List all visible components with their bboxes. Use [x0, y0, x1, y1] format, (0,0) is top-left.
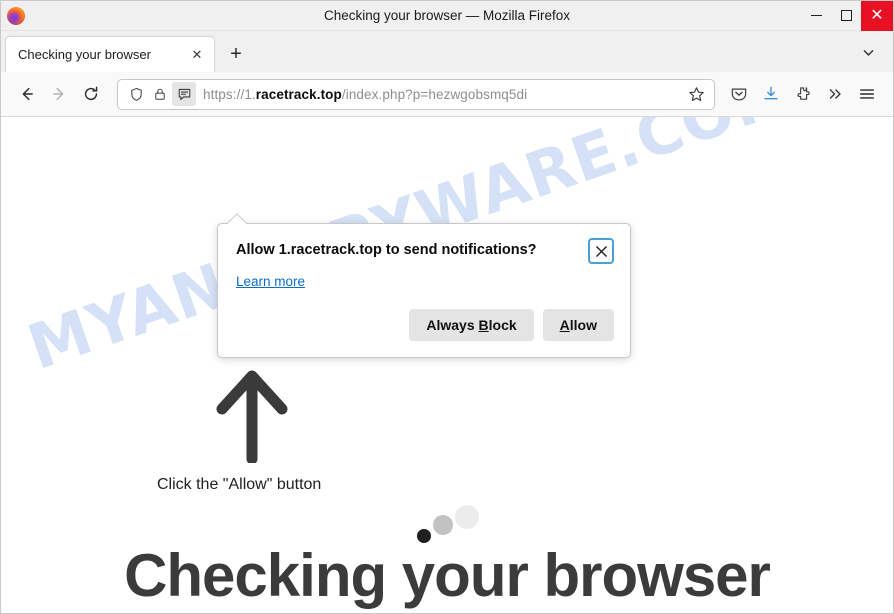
spinner-dot [433, 515, 453, 535]
popup-header: Allow 1.racetrack.top to send notificati… [236, 238, 614, 264]
url-scheme: https://1. [203, 86, 256, 102]
btn-label-pre: Always [426, 317, 479, 333]
allow-button[interactable]: Allow [542, 309, 614, 341]
firefox-logo-icon [7, 6, 25, 25]
btn-label-post: llow [569, 317, 597, 333]
notification-permission-popup: Allow 1.racetrack.top to send notificati… [217, 213, 631, 358]
window-title: Checking your browser — Mozilla Firefox [323, 7, 571, 23]
btn-accesskey: A [559, 317, 570, 333]
download-icon[interactable] [755, 78, 787, 110]
tab-close-icon[interactable]: ✕ [186, 44, 208, 66]
shield-icon[interactable] [124, 82, 148, 106]
url-host: racetrack.top [255, 86, 342, 102]
learn-more-link[interactable]: Learn more [236, 274, 305, 289]
puzzle-icon[interactable] [787, 78, 819, 110]
spinner-dot [455, 505, 479, 529]
popup-title: Allow 1.racetrack.top to send notificati… [236, 242, 537, 258]
padlock-icon[interactable] [148, 82, 172, 106]
page-content: MYANTISPYWARE.COM Click the "Allow" butt… [1, 117, 893, 609]
browser-tab[interactable]: Checking your browser ✕ [5, 36, 215, 72]
close-icon: ✕ [870, 6, 884, 24]
url-text[interactable]: https://1.racetrack.top/index.php?p=hezw… [203, 87, 683, 102]
always-block-button[interactable]: Always Block [409, 309, 534, 341]
close-window-button[interactable]: ✕ [861, 1, 893, 31]
url-bar[interactable]: https://1.racetrack.top/index.php?p=hezw… [117, 78, 715, 110]
double-chevron-icon[interactable] [819, 78, 851, 110]
close-icon[interactable] [588, 238, 614, 264]
tab-strip: Checking your browser ✕ + [1, 31, 893, 72]
url-path: /index.php?p=hezwgobsmq5di [341, 86, 528, 102]
up-arrow-icon [215, 367, 289, 465]
firefox-window: Checking your browser — Mozilla Firefox … [0, 0, 894, 614]
chevron-down-icon[interactable] [851, 35, 885, 69]
popup-pointer [227, 213, 247, 233]
page-title: Checking your browser [124, 542, 771, 609]
maximize-button[interactable] [831, 1, 861, 31]
back-arrow-icon[interactable] [11, 78, 43, 110]
new-tab-button[interactable]: + [221, 39, 251, 69]
allow-hint-text: Click the "Allow" button [157, 476, 322, 493]
pocket-icon[interactable] [723, 78, 755, 110]
hamburger-menu-icon[interactable] [851, 78, 883, 110]
title-bar: Checking your browser — Mozilla Firefox … [1, 1, 893, 31]
star-icon[interactable] [683, 81, 709, 107]
window-controls: ✕ [801, 1, 893, 31]
minimize-button[interactable] [801, 1, 831, 31]
reload-icon[interactable] [75, 78, 107, 110]
popup-actions: Always Block Allow [236, 309, 614, 341]
btn-label-post: lock [488, 317, 517, 333]
speech-bubble-icon[interactable] [172, 82, 196, 106]
forward-arrow-icon [43, 78, 75, 110]
navigation-toolbar: https://1.racetrack.top/index.php?p=hezw… [1, 72, 893, 117]
tab-title: Checking your browser [18, 47, 151, 62]
loading-spinner [415, 505, 485, 545]
btn-accesskey: B [478, 317, 489, 333]
